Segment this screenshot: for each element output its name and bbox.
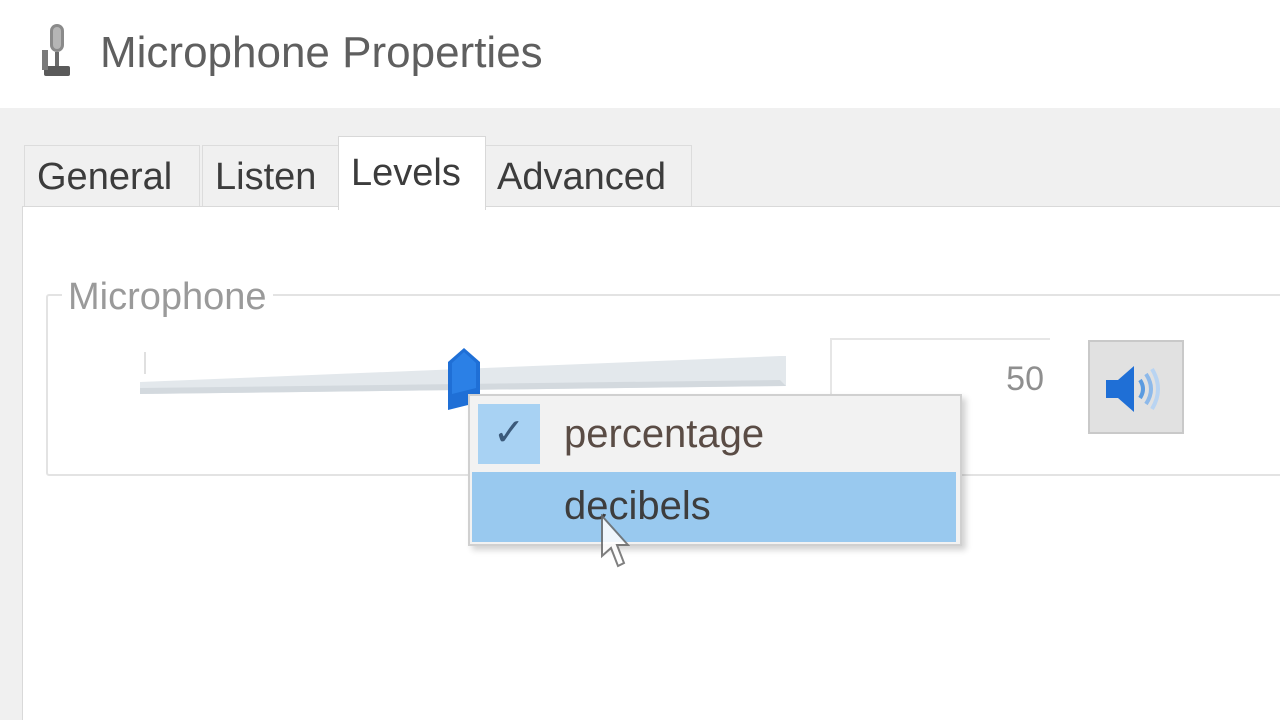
title-bar: Microphone Properties [0, 0, 1280, 108]
tab-advanced[interactable]: Advanced [484, 145, 692, 207]
tab-levels[interactable]: Levels [338, 136, 486, 210]
tab-general[interactable]: General [24, 145, 200, 207]
mouse-cursor-icon [601, 514, 630, 568]
checkmark-icon: ✓ [478, 404, 540, 464]
tab-listen[interactable]: Listen [202, 145, 340, 207]
level-value: 50 [1006, 360, 1044, 398]
level-value-box[interactable]: 50 [830, 338, 1050, 398]
microphone-icon [42, 24, 70, 76]
mute-button[interactable] [1088, 340, 1184, 434]
window-title: Microphone Properties [100, 28, 543, 77]
menu-item-decibels[interactable]: decibels [472, 472, 956, 542]
menu-item-percentage[interactable]: ✓ percentage [472, 400, 956, 470]
microphone-properties-dialog: Microphone Properties General Listen Lev… [0, 0, 1280, 720]
microphone-group-label: Microphone [62, 276, 273, 319]
level-units-context-menu: ✓ percentage decibels [468, 394, 962, 546]
menu-item-label: decibels [564, 484, 711, 528]
menu-item-label: percentage [564, 412, 765, 456]
speaker-icon [1106, 366, 1160, 412]
